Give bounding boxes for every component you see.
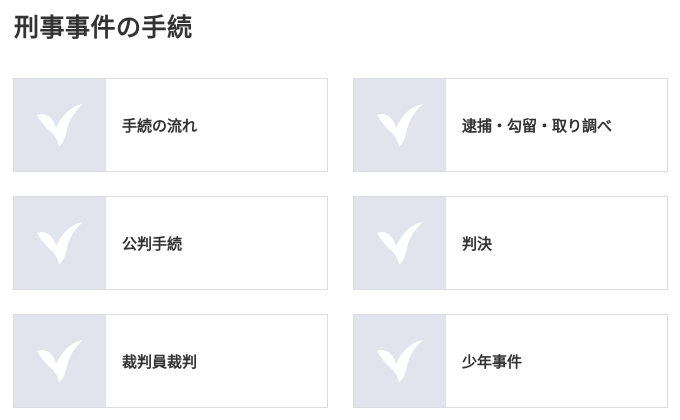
card-thumbnail [14, 315, 106, 407]
bird-logo-icon [37, 104, 83, 146]
bird-logo-icon [37, 340, 83, 382]
bird-logo-icon [377, 222, 423, 264]
card-procedure-flow[interactable]: 手続の流れ [13, 78, 328, 172]
card-label: 裁判員裁判 [122, 352, 198, 371]
bird-logo-icon [37, 222, 83, 264]
bird-logo-icon [377, 104, 423, 146]
card-thumbnail [14, 197, 106, 289]
card-label: 判決 [462, 234, 493, 253]
card-thumbnail [354, 79, 446, 171]
card-lay-judge-trial[interactable]: 裁判員裁判 [13, 314, 328, 408]
page-title: 刑事事件の手続 [14, 13, 193, 42]
card-thumbnail [354, 315, 446, 407]
bird-logo-icon [377, 340, 423, 382]
card-thumbnail [14, 79, 106, 171]
procedure-card-grid: 手続の流れ 逮捕・勾留・取り調べ 公判手続 判決 裁判員裁判 少年事件 [13, 78, 668, 408]
card-label: 公判手続 [122, 234, 183, 253]
card-label: 逮捕・勾留・取り調べ [462, 116, 613, 135]
card-thumbnail [354, 197, 446, 289]
card-label: 手続の流れ [122, 116, 198, 135]
card-arrest-detention-interrogation[interactable]: 逮捕・勾留・取り調べ [353, 78, 668, 172]
card-judgment[interactable]: 判決 [353, 196, 668, 290]
card-label: 少年事件 [462, 352, 523, 371]
card-juvenile-case[interactable]: 少年事件 [353, 314, 668, 408]
card-trial-procedure[interactable]: 公判手続 [13, 196, 328, 290]
